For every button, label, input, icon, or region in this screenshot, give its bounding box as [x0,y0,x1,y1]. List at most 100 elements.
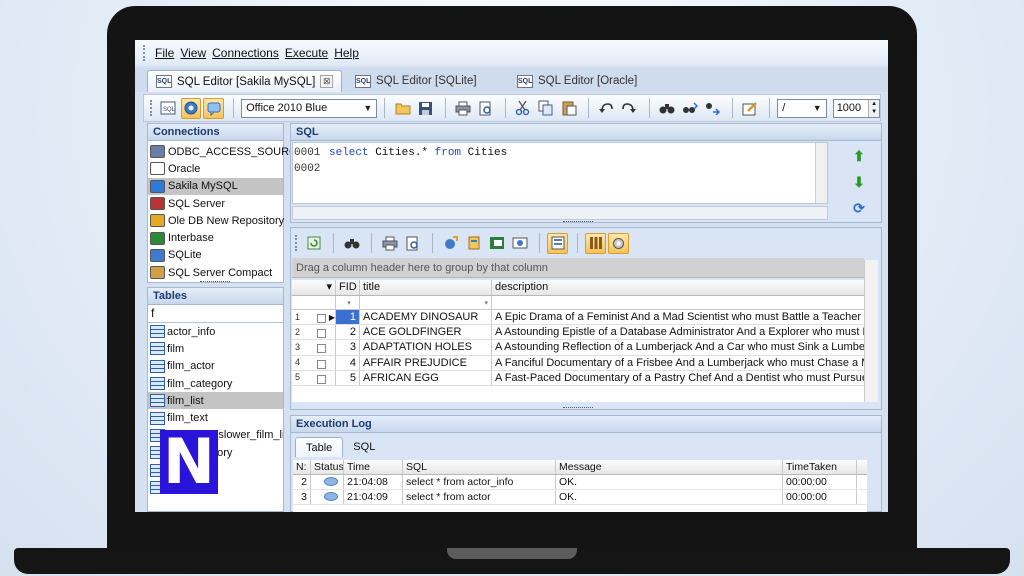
cell-description[interactable]: A Astounding Reflection of a Lumberjack … [492,340,864,354]
connection-item[interactable]: SQLite [148,247,283,264]
cell-fid[interactable]: 3 [336,340,360,355]
cell-fid[interactable]: 5 [336,370,360,385]
column-header-description[interactable]: description [492,280,864,295]
table-row[interactable]: 5 5 AFRICAN EGG A Fast-Paced Documentary of… [292,370,864,386]
row-limit-stepper[interactable]: 1000 ▲ ▼ [832,98,881,118]
row-checkbox[interactable] [317,344,326,354]
cell-title[interactable]: AFFAIR PREJUDICE [360,355,492,370]
open-folder-button[interactable] [392,98,413,119]
connection-item[interactable]: Sakila MySQL [148,177,283,195]
refresh-icon[interactable]: ⟳ [851,200,867,216]
row-selector[interactable]: 2 [292,325,336,340]
log-toggle-button[interactable] [203,97,225,119]
row-selector[interactable]: 3 [292,340,336,355]
cell-title[interactable]: AFRICAN EGG [360,370,492,385]
tab-sqlite[interactable]: SQL SQL Editor [SQLite] [347,70,485,92]
table-item[interactable]: film_actor [148,358,283,375]
cell-fid[interactable]: 1 [336,310,360,325]
menu-connections[interactable]: Connections [212,46,279,60]
tab-table[interactable]: Table [295,437,344,457]
replace-button[interactable] [702,98,723,119]
cell-title[interactable]: ACE GOLDFINGER [360,325,492,340]
export-image-button[interactable] [509,233,530,254]
cell-title[interactable]: ADAPTATION HOLES [360,340,492,355]
table-row[interactable]: 4 4 AFFAIR PREJUDICE A Fanciful Documentary… [292,355,864,371]
find-next-button[interactable] [679,98,700,119]
filter-dropdown-icon[interactable]: ▾ [336,296,360,309]
table-row[interactable]: 2 2 ACE GOLDFINGER A Astounding Epistle of … [292,325,864,341]
tables-filter-input[interactable]: f [148,305,283,323]
table-row[interactable]: 1 ▶ 1 ACADEMY DINOSAUR A Epic Drama of a Fem… [292,310,864,326]
arrow-down-icon[interactable]: ⬇ [851,174,867,190]
paste-button[interactable] [558,98,579,119]
cell-description[interactable]: A Astounding Epistle of a Database Admin… [492,325,864,339]
export-excel-button[interactable] [486,233,507,254]
toolbar-grip[interactable] [150,100,154,116]
connection-item[interactable]: Ole DB New Repository [148,212,284,229]
menu-execute[interactable]: Execute [285,46,328,60]
sql-horizontal-scrollbar[interactable] [292,206,828,220]
group-by-bar[interactable]: Drag a column header here to group by th… [292,258,864,278]
table-item[interactable]: film_list [148,392,283,410]
toolbar-grip[interactable] [295,235,299,251]
log-col-status[interactable]: Status [311,460,344,474]
edit-button[interactable] [740,98,761,119]
connection-item[interactable]: SQL Server [148,195,283,212]
sql-vertical-scrollbar[interactable] [815,143,827,203]
stepper-arrows-icon[interactable]: ▲ ▼ [868,99,880,117]
log-row[interactable]: 2 21:04:08 select * from actor_info OK. 00:0… [293,475,867,490]
cell-fid[interactable]: 2 [336,325,360,340]
cell-description[interactable]: A Fast-Paced Documentary of a Pastry Che… [492,371,864,385]
row-checkbox[interactable] [317,359,326,369]
redo-button[interactable] [619,98,640,119]
column-header-fid[interactable]: FID [336,280,360,295]
menu-help[interactable]: Help [334,46,359,60]
settings-button[interactable] [608,232,629,254]
sql-code[interactable]: select Cities.* from Cities [329,145,507,161]
connection-item[interactable]: ODBC_ACCESS_SOURCE [148,143,304,160]
menu-file[interactable]: File [155,46,174,60]
menu-grip[interactable] [143,45,147,61]
close-icon[interactable]: ⊠ [320,75,334,88]
grid-view-button[interactable] [547,232,568,254]
export-button[interactable] [440,233,461,254]
tab-oracle[interactable]: SQL SQL Editor [Oracle] [509,70,645,92]
connection-item[interactable]: Oracle [148,160,283,177]
arrow-up-icon[interactable]: ⬆ [851,148,867,164]
table-row[interactable]: 3 3 ADAPTATION HOLES A Astounding Reflectio… [292,340,864,356]
tab-sql[interactable]: SQL [343,437,385,457]
print-preview-button[interactable] [402,233,423,254]
filter-cell[interactable] [492,296,864,309]
column-header-title[interactable]: title [360,280,492,295]
sql-editor[interactable]: 0001 0002 select Cities.* from Cities [292,142,828,204]
row-checkbox[interactable] [316,314,326,324]
row-checkbox[interactable] [317,374,326,384]
copy-button[interactable] [536,98,557,119]
export-file-button[interactable] [463,233,484,254]
undo-button[interactable] [596,98,617,119]
log-col-message[interactable]: Message [556,460,783,474]
columns-view-button[interactable] [585,232,606,254]
log-col-n[interactable]: N: [293,460,311,474]
print-button[interactable] [453,98,474,119]
filter-dropdown-icon[interactable]: ▾ [360,296,492,309]
print-preview-button[interactable] [475,98,496,119]
cell-title[interactable]: ACADEMY DINOSAUR [360,310,492,325]
row-selector[interactable]: 5 [292,370,336,385]
cell-fid[interactable]: 4 [336,355,360,370]
theme-select[interactable]: Office 2010 Blue ▼ [241,98,378,118]
find-button[interactable] [656,98,677,119]
connection-item[interactable]: SQL Server Compact [148,264,283,281]
row-checkbox[interactable] [317,329,326,339]
log-col-sql[interactable]: SQL [403,460,556,474]
connection-item[interactable]: Interbase [148,229,283,246]
sql-icon-button[interactable]: SQL [158,98,179,119]
log-col-time[interactable]: Time [344,460,403,474]
save-button[interactable] [415,98,436,119]
row-selector[interactable]: 1 ▶ [292,310,336,325]
table-item[interactable]: film_category [148,375,283,392]
log-row[interactable]: 3 21:04:09 select * from actor OK. 00:00:00 [293,490,867,505]
cell-description[interactable]: A Epic Drama of a Feminist And a Mad Sci… [492,310,864,324]
cell-description[interactable]: A Fanciful Documentary of a Frisbee And … [492,356,864,370]
cut-button[interactable] [513,98,534,119]
